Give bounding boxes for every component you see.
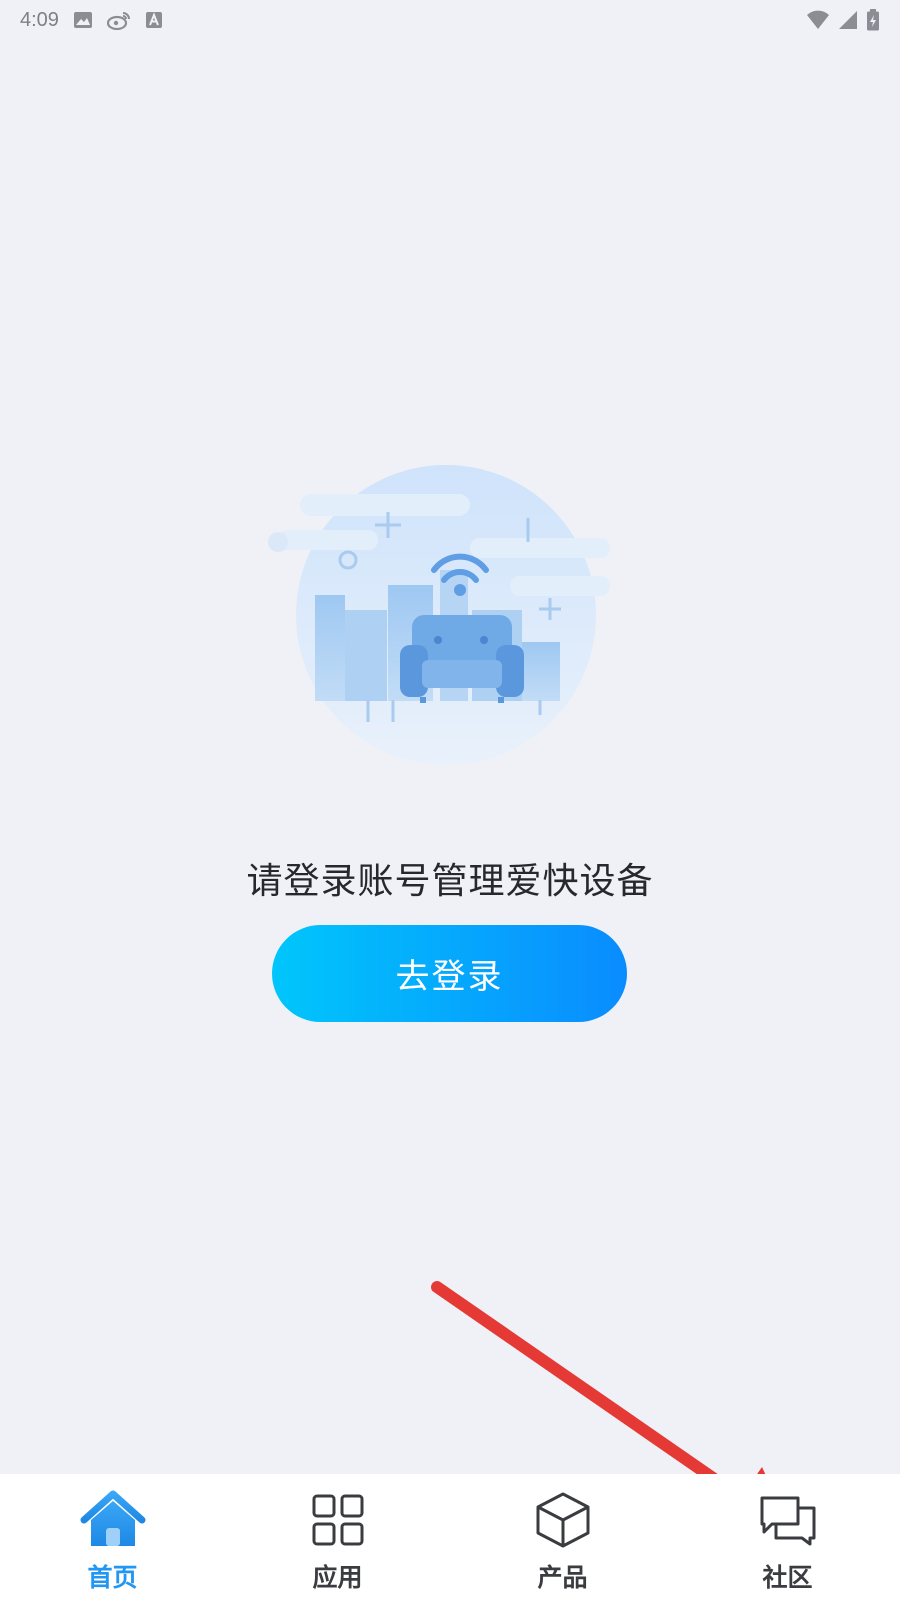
status-left: 4:09 xyxy=(20,9,163,32)
nav-label-products: 产品 xyxy=(537,1563,588,1592)
battery-icon xyxy=(866,9,880,31)
status-bar: 4:09 xyxy=(0,0,900,40)
grid-icon xyxy=(303,1488,373,1552)
weibo-icon xyxy=(106,10,131,30)
login-button[interactable]: 去登录 xyxy=(272,925,627,1022)
nav-item-community[interactable]: 社区 xyxy=(675,1474,900,1600)
nav-item-home[interactable]: 首页 xyxy=(0,1474,225,1600)
annotation-arrow xyxy=(431,1281,787,1521)
status-right xyxy=(806,9,880,31)
nav-label-home: 首页 xyxy=(87,1563,138,1592)
nav-item-apps[interactable]: 应用 xyxy=(225,1474,450,1600)
nav-item-products[interactable]: 产品 xyxy=(450,1474,675,1600)
screen: 4:09 请登录账号管理爱快设备 去登录 首页 应用 产品 社区 xyxy=(0,0,900,1600)
nav-label-community: 社区 xyxy=(762,1563,813,1592)
cube-icon xyxy=(528,1488,598,1552)
nav-label-apps: 应用 xyxy=(312,1563,363,1592)
bottom-nav: 首页 应用 产品 社区 xyxy=(0,1474,900,1600)
image-icon xyxy=(73,11,93,29)
status-time: 4:09 xyxy=(20,8,59,31)
a-notification-icon xyxy=(145,11,163,29)
home-icon xyxy=(78,1488,148,1552)
signal-icon xyxy=(838,10,858,30)
chat-icon xyxy=(753,1488,823,1552)
login-prompt-text: 请登录账号管理爱快设备 xyxy=(246,861,654,902)
wifi-icon xyxy=(806,10,830,30)
smart-home-illustration xyxy=(268,465,610,765)
